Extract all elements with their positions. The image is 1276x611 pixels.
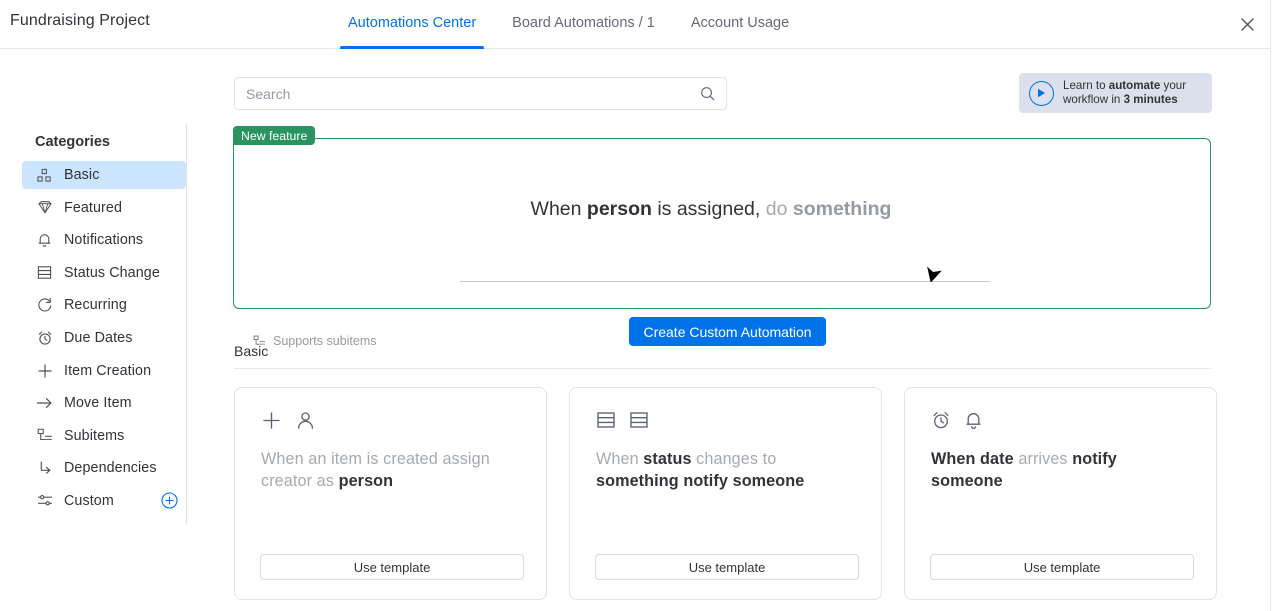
main-content: Learn to automate your workflow in 3 min… bbox=[187, 49, 1270, 611]
template-card-grid: When an item is created assign creator a… bbox=[234, 387, 1217, 600]
dependency-icon bbox=[35, 459, 54, 478]
category-list: Basic Featured bbox=[0, 161, 187, 520]
promo-line1-b: automate bbox=[1109, 79, 1161, 92]
template-text-part2: arrives bbox=[1014, 450, 1072, 468]
page-title: Fundraising Project bbox=[10, 12, 150, 30]
panel-right-edge bbox=[1270, 0, 1271, 611]
sidebar-item-notifications[interactable]: Notifications bbox=[22, 226, 186, 254]
search-box[interactable] bbox=[234, 77, 727, 110]
diamond-icon bbox=[35, 198, 54, 217]
automations-center-window: Fundraising Project Automations Center B… bbox=[0, 0, 1276, 611]
sliders-icon bbox=[35, 491, 54, 510]
template-card-text: When status changes to something notify … bbox=[596, 448, 858, 492]
sidebar-item-due-dates[interactable]: Due Dates bbox=[22, 324, 186, 352]
tab-account-usage[interactable]: Account Usage bbox=[673, 0, 807, 49]
status-badge: New feature bbox=[233, 126, 315, 145]
template-card[interactable]: When date arrives notify someone Use tem… bbox=[904, 387, 1217, 600]
sidebar-item-label: Dependencies bbox=[64, 460, 157, 476]
plus-icon bbox=[35, 361, 54, 380]
learn-to-automate-banner[interactable]: Learn to automate your workflow in 3 min… bbox=[1019, 73, 1212, 113]
sentence-when: When bbox=[531, 198, 587, 220]
template-text-part2: person bbox=[339, 472, 394, 490]
new-feature-card: New feature When person is assigned, do … bbox=[233, 138, 1211, 309]
sidebar-item-label: Custom bbox=[64, 493, 114, 509]
refresh-icon bbox=[35, 296, 54, 315]
sidebar-item-label: Featured bbox=[64, 200, 122, 216]
sidebar-title: Categories bbox=[35, 134, 110, 150]
supports-subitems-note: Supports subitems bbox=[253, 334, 377, 348]
sidebar-item-label: Due Dates bbox=[64, 330, 132, 346]
person-icon bbox=[295, 410, 316, 436]
sidebar-item-label: Status Change bbox=[64, 265, 160, 281]
alarm-icon bbox=[931, 410, 951, 435]
custom-automation-sentence: When person is assigned, do something bbox=[446, 196, 976, 222]
bell-icon bbox=[964, 410, 983, 435]
sidebar-item-featured[interactable]: Featured bbox=[22, 194, 186, 222]
supports-subitems-label: Supports subitems bbox=[273, 334, 377, 348]
template-card[interactable]: When status changes to something notify … bbox=[569, 387, 882, 600]
template-card[interactable]: When an item is created assign creator a… bbox=[234, 387, 547, 600]
create-custom-automation-button[interactable]: Create Custom Automation bbox=[629, 317, 826, 346]
template-text-part1: When bbox=[596, 450, 643, 468]
sidebar-item-custom[interactable]: Custom bbox=[22, 487, 186, 515]
sentence-person[interactable]: person bbox=[587, 198, 652, 220]
promo-line1-a: Learn to bbox=[1063, 79, 1109, 92]
subitems-icon bbox=[35, 426, 54, 445]
template-card-icons bbox=[931, 410, 983, 435]
sidebar-item-label: Basic bbox=[64, 167, 99, 183]
template-text-part3: changes to bbox=[692, 450, 777, 468]
promo-line1-c: your bbox=[1160, 79, 1186, 92]
promo-line2-b: 3 minutes bbox=[1124, 93, 1178, 106]
search-input[interactable] bbox=[246, 86, 700, 102]
sidebar-item-basic[interactable]: Basic bbox=[22, 161, 186, 189]
grid-icon bbox=[35, 166, 54, 185]
tab-automations-center[interactable]: Automations Center bbox=[330, 0, 494, 49]
sidebar-item-label: Move Item bbox=[64, 395, 132, 411]
tab-board-automations[interactable]: Board Automations / 1 bbox=[494, 0, 673, 49]
use-template-button[interactable]: Use template bbox=[595, 554, 859, 580]
sidebar-item-dependencies[interactable]: Dependencies bbox=[22, 454, 186, 482]
rows-icon bbox=[629, 410, 649, 435]
add-custom-category-button[interactable] bbox=[160, 492, 178, 510]
top-header: Fundraising Project Automations Center B… bbox=[0, 0, 1270, 49]
sidebar-item-item-creation[interactable]: Item Creation bbox=[22, 357, 186, 385]
template-card-text: When an item is created assign creator a… bbox=[261, 448, 523, 492]
promo-line2-a: workflow in bbox=[1063, 93, 1124, 106]
sidebar-item-label: Notifications bbox=[64, 232, 143, 248]
template-card-icons bbox=[261, 410, 316, 436]
header-tabs: Automations Center Board Automations / 1… bbox=[330, 0, 807, 49]
arrow-right-icon bbox=[35, 394, 54, 413]
sidebar-item-label: Subitems bbox=[64, 428, 124, 444]
section-title: Basic bbox=[234, 343, 268, 359]
search-icon[interactable] bbox=[700, 86, 715, 101]
template-text-part4: something notify someone bbox=[596, 472, 804, 490]
sidebar-item-label: Item Creation bbox=[64, 363, 151, 379]
sidebar-item-label: Recurring bbox=[64, 297, 127, 313]
rows-icon bbox=[596, 410, 616, 435]
sentence-underline bbox=[460, 281, 990, 282]
rows-icon bbox=[35, 263, 54, 282]
plus-icon bbox=[261, 410, 282, 436]
use-template-button[interactable]: Use template bbox=[260, 554, 524, 580]
section-divider bbox=[234, 368, 1211, 369]
sentence-is-assigned: is assigned, bbox=[652, 198, 766, 220]
categories-sidebar: Categories Basic bbox=[0, 49, 187, 611]
template-text-part1: When date bbox=[931, 450, 1014, 468]
promo-text: Learn to automate your workflow in 3 min… bbox=[1063, 79, 1186, 108]
play-icon bbox=[1029, 81, 1054, 106]
use-template-button[interactable]: Use template bbox=[930, 554, 1194, 580]
close-icon[interactable] bbox=[1234, 11, 1260, 37]
bell-icon bbox=[35, 231, 54, 250]
sentence-something[interactable]: something bbox=[793, 198, 892, 220]
alarm-icon bbox=[35, 328, 54, 347]
template-card-text: When date arrives notify someone bbox=[931, 448, 1193, 492]
sidebar-item-status-change[interactable]: Status Change bbox=[22, 259, 186, 287]
sidebar-item-subitems[interactable]: Subitems bbox=[22, 422, 186, 450]
template-text-part2: status bbox=[643, 450, 691, 468]
template-card-icons bbox=[596, 410, 649, 435]
sidebar-item-recurring[interactable]: Recurring bbox=[22, 291, 186, 319]
sentence-do: do bbox=[766, 198, 793, 220]
sidebar-item-move-item[interactable]: Move Item bbox=[22, 389, 186, 417]
